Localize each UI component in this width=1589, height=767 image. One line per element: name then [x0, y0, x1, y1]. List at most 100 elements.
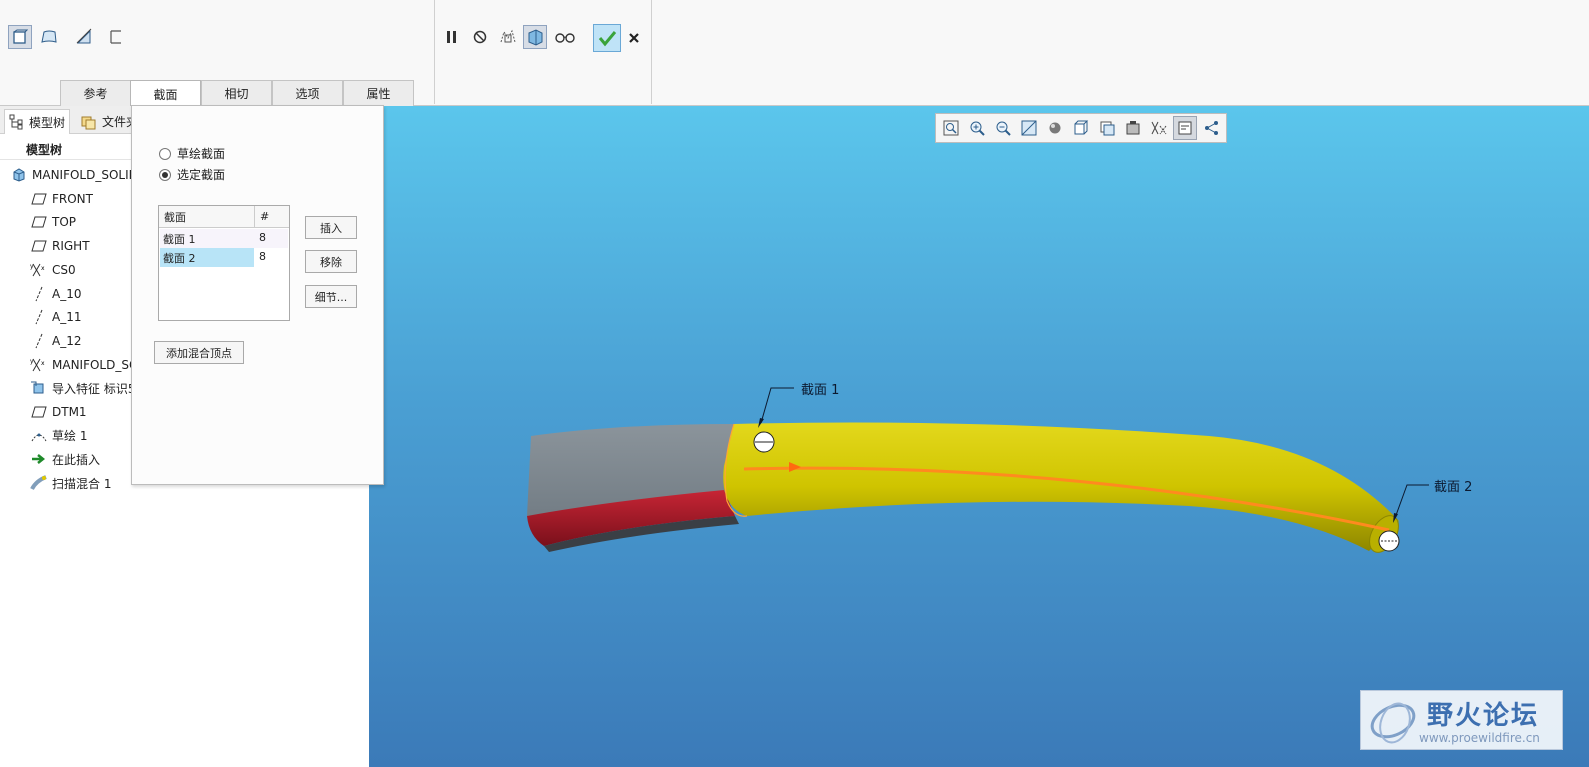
tab-options[interactable]: 选项 [272, 80, 343, 106]
datum-plane-icon [30, 237, 48, 255]
watermark-logo-icon [1370, 702, 1416, 744]
tree-item[interactable]: 草绘 1 [30, 425, 87, 447]
tree-item[interactable]: A_10 [30, 283, 81, 305]
datum-display-icon[interactable] [1147, 116, 1171, 140]
tree-item-label: A_11 [52, 310, 82, 325]
section-count: 8 [259, 231, 266, 244]
tree-item[interactable]: 扫描混合 1 [30, 472, 111, 494]
tree-item-label: A_12 [52, 333, 82, 348]
solid-icon[interactable] [8, 25, 32, 49]
remove-button[interactable]: 移除 [305, 250, 357, 273]
tree-item[interactable]: x y CS0 [30, 259, 76, 281]
repaint-icon[interactable] [1017, 116, 1041, 140]
radio-sketched-button[interactable] [159, 147, 171, 160]
tree-item-label: 草绘 1 [52, 429, 88, 444]
section-name: 截面 1 [163, 233, 196, 246]
ok-icon[interactable] [593, 24, 621, 52]
glasses-icon[interactable] [553, 25, 577, 49]
tree-item-label: 在此插入 [52, 452, 101, 467]
tab-references-label: 参考 [83, 87, 108, 101]
tab-properties-label: 属性 [366, 87, 391, 101]
swept-blend-dashboard: 参考 截面 相切 选项 属性 [0, 0, 1589, 107]
remove-material-icon[interactable] [104, 25, 128, 49]
table-row[interactable]: 截面 2 8 [160, 248, 288, 267]
datum-plane-icon [30, 213, 48, 231]
insert-button[interactable]: 插入 [305, 216, 357, 239]
section-count: 8 [259, 250, 266, 263]
section-name: 截面 2 [163, 252, 196, 265]
svg-text:y: y [30, 263, 34, 270]
tree-item[interactable]: DTM1 [30, 401, 87, 423]
tree-item-label: 扫描混合 1 [52, 476, 112, 491]
svg-text:x: x [41, 265, 45, 272]
tree-item[interactable]: 导入特征 标识5 [30, 377, 135, 399]
verify-icon[interactable] [523, 25, 547, 49]
callout-section-1[interactable]: 截面 1 [801, 379, 839, 398]
tree-item-label: MANIFOLD_SOLID [32, 168, 138, 182]
tree-item[interactable]: A_11 [30, 306, 81, 328]
model-canvas[interactable] [369, 106, 1589, 767]
ribbon-separator [651, 0, 652, 104]
tree-item[interactable]: x y MANIFOLD_SO [30, 354, 138, 376]
tree-item[interactable]: MANIFOLD_SOLID [10, 164, 138, 186]
tree-item-label: CS0 [52, 262, 76, 277]
tab-model-tree[interactable]: 模型树 [4, 109, 71, 134]
tree-item[interactable]: A_12 [30, 330, 81, 352]
display-style-icon[interactable] [1043, 116, 1067, 140]
tree-item-label: 导入特征 标识5 [52, 381, 136, 396]
sections-table: 截面 # 截面 1 8 截面 2 8 [158, 205, 290, 321]
callout-section-2[interactable]: 截面 2 [1434, 476, 1472, 495]
graphics-window[interactable]: 截面 1 截面 2 [369, 106, 1589, 767]
spin-center-icon[interactable] [1199, 116, 1223, 140]
no-preview-icon[interactable] [468, 25, 492, 49]
perspective-icon[interactable] [1121, 116, 1145, 140]
tree-item-label: A_10 [52, 286, 82, 301]
table-row[interactable]: 截面 1 8 [160, 229, 288, 248]
tree-item[interactable]: 在此插入 [30, 448, 100, 470]
annotation-display-icon[interactable] [1173, 116, 1197, 140]
radio-sketched-label: 草绘截面 [177, 147, 226, 161]
datum-axis-icon [30, 308, 48, 326]
refit-icon[interactable] [939, 116, 963, 140]
surface-icon[interactable] [37, 25, 61, 49]
zoom-out-icon[interactable] [991, 116, 1015, 140]
tab-tangency[interactable]: 相切 [201, 80, 272, 106]
tree-item-label: MANIFOLD_SO [52, 357, 139, 372]
cancel-icon[interactable] [622, 26, 646, 50]
tab-sections[interactable]: 截面 [130, 80, 201, 107]
thicken-icon[interactable] [72, 25, 96, 49]
insert-here-icon [30, 450, 48, 468]
import-feature-icon [30, 379, 48, 397]
watermark-title: 野火论坛 [1427, 701, 1540, 731]
tree-item[interactable]: FRONT [30, 188, 93, 210]
zoom-in-icon[interactable] [965, 116, 989, 140]
tab-references[interactable]: 参考 [60, 80, 131, 106]
tree-item[interactable]: RIGHT [30, 235, 90, 257]
callout-1-leader [760, 387, 794, 424]
radio-selected-label: 选定截面 [177, 168, 226, 182]
coordinate-system-icon: xy [30, 261, 48, 279]
tree-item[interactable]: TOP [30, 211, 76, 233]
saved-orientations-icon[interactable] [1069, 116, 1093, 140]
details-button[interactable]: 细节... [305, 285, 357, 308]
radio-selected-button[interactable] [159, 168, 171, 181]
add-blend-vertex-button[interactable]: 添加混合顶点 [154, 341, 244, 364]
feature-preview-icon[interactable] [496, 25, 520, 49]
sketch-icon [30, 427, 48, 445]
col-header-count: # [255, 206, 289, 228]
forum-watermark: 野火论坛 www.proewildfire.cn [1360, 690, 1563, 750]
part-icon [10, 166, 28, 184]
in-graphics-toolbar [935, 113, 1227, 143]
tab-properties[interactable]: 属性 [343, 80, 414, 106]
datum-plane-icon [30, 403, 48, 421]
coordinate-system-icon: xy [30, 356, 48, 374]
tree-item-label: DTM1 [52, 405, 87, 419]
pause-icon[interactable] [440, 25, 464, 49]
view-manager-icon[interactable] [1095, 116, 1119, 140]
model-tree-icon [9, 114, 23, 130]
tab-model-tree-label: 模型树 [29, 115, 66, 130]
radio-selected-sections[interactable]: 选定截面 [159, 166, 225, 183]
tree-item-label: TOP [52, 215, 77, 230]
svg-text:x: x [41, 360, 45, 367]
radio-sketched-sections[interactable]: 草绘截面 [159, 145, 225, 162]
